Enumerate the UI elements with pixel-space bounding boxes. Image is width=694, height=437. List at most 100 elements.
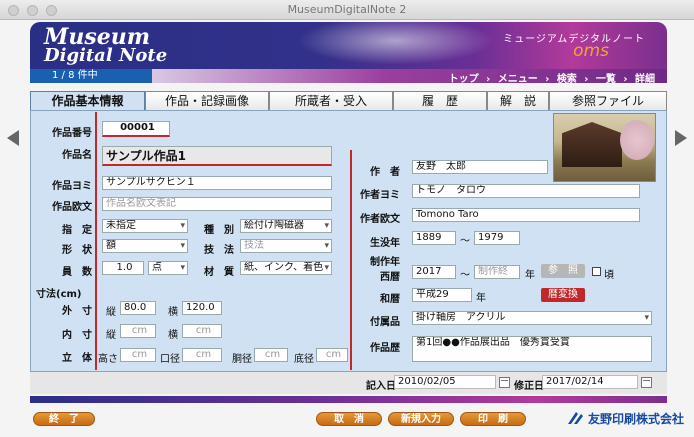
solid-base-field[interactable]: cm — [316, 348, 348, 362]
banner-decoration — [280, 22, 510, 69]
tree-illustration — [620, 120, 654, 160]
reference-button[interactable]: 参 照 — [541, 264, 585, 278]
circa-checkbox[interactable] — [592, 267, 601, 276]
label-accessory: 付属品 — [370, 317, 400, 328]
death-year-field[interactable]: 1979 — [474, 231, 520, 245]
breadcrumb: トップ › メニュー › 検索 › 一覧 › 詳細 — [152, 69, 667, 85]
technique-select[interactable]: 技法 — [240, 239, 332, 253]
label-yomi: 作品ヨミ — [52, 181, 92, 192]
quantity-field[interactable]: 1.0 — [102, 261, 144, 275]
label-solid: 立 体 — [62, 353, 92, 364]
category-select[interactable]: 絵付け陶磁器 — [240, 219, 332, 233]
year-suffix: 年 — [525, 270, 535, 281]
outer-height-field[interactable]: 80.0 — [120, 301, 156, 315]
label-name: 作品名 — [62, 150, 92, 161]
production-year-field[interactable]: 2017 — [412, 265, 456, 279]
solid-body-field[interactable]: cm — [254, 348, 288, 362]
solid-mouth-label: 口径 — [160, 354, 180, 365]
footer-rule — [30, 396, 667, 403]
name-field[interactable]: サンプル作品1 — [102, 146, 332, 166]
number-field[interactable]: 00001 — [102, 121, 170, 137]
label-inner: 内 寸 — [62, 330, 92, 341]
yomi-field[interactable]: サンプルサクヒン１ — [102, 176, 332, 190]
calendar-icon[interactable] — [641, 377, 652, 388]
print-button[interactable]: 印 刷 — [460, 412, 526, 426]
label-dimensions: 寸法(cm) — [36, 289, 82, 300]
window-titlebar: MuseumDigitalNote 2 — [0, 0, 694, 20]
tab-reference-files[interactable]: 参照ファイル — [549, 91, 667, 110]
tilde-separator: 〜 — [460, 236, 470, 247]
label-modify-date: 修正日 — [514, 381, 544, 392]
company-name: 友野印刷株式会社 — [588, 412, 685, 426]
tab-owner[interactable]: 所蔵者・受入 — [269, 91, 393, 110]
tab-commentary[interactable]: 解 説 — [487, 91, 549, 110]
author-field[interactable]: 友野 太郎 — [412, 160, 548, 174]
record-count: 1 / 8 件中 — [30, 69, 152, 83]
tab-history[interactable]: 履 歴 — [393, 91, 487, 110]
solid-height-label: 高さ — [98, 354, 118, 365]
shape-select[interactable]: 額 — [102, 239, 188, 253]
label-wareki: 和暦 — [380, 294, 400, 305]
label-material: 材 質 — [204, 267, 234, 278]
label-designation: 指 定 — [62, 225, 92, 236]
chevron-right-icon: › — [545, 74, 550, 85]
nav-detail-link[interactable]: 詳細 — [635, 74, 655, 85]
solid-height-field[interactable]: cm — [120, 348, 156, 362]
outer-width-field[interactable]: 120.0 — [182, 301, 222, 315]
production-year-end-field[interactable]: 制作終 — [474, 265, 520, 279]
calendar-icon[interactable] — [499, 377, 510, 388]
new-entry-button[interactable]: 新規入力 — [388, 412, 454, 426]
cancel-button[interactable]: 取 消 — [316, 412, 382, 426]
nav-top-link[interactable]: トップ — [449, 74, 479, 85]
solid-mouth-field[interactable]: cm — [182, 348, 222, 362]
accessory-select[interactable]: 掛け軸房 アクリル — [412, 311, 652, 325]
label-production-year: 制作年 — [370, 257, 400, 268]
label-technique: 技 法 — [204, 245, 234, 256]
inner-height-field[interactable]: cm — [120, 324, 156, 338]
label-roman: 作品欧文 — [52, 202, 92, 213]
label-quantity: 員 数 — [62, 267, 92, 278]
label-life: 生没年 — [370, 238, 400, 249]
wareki-suffix: 年 — [476, 293, 486, 304]
roman-field[interactable]: 作品名欧文表記 — [102, 197, 332, 211]
tab-bar: 作品基本情報 作品・記録画像 所蔵者・受入 履 歴 解 説 参照ファイル — [30, 91, 667, 111]
chevron-right-icon: › — [486, 74, 491, 85]
solid-body-label: 胴径 — [232, 354, 252, 365]
author-roman-field[interactable]: Tomono Taro — [412, 208, 640, 222]
label-number: 作品番号 — [52, 128, 92, 139]
entry-date-field[interactable]: 2010/02/05 — [394, 375, 496, 389]
label-entry-date: 記入日 — [366, 381, 396, 392]
gate-illustration — [562, 122, 622, 167]
inner-width-field[interactable]: cm — [182, 324, 222, 338]
material-select[interactable]: 紙、インク、着色 — [240, 261, 332, 275]
outer-width-label: 横 — [168, 307, 178, 318]
next-record-arrow-icon[interactable] — [675, 130, 687, 146]
outer-height-label: 縦 — [106, 307, 116, 318]
birth-year-field[interactable]: 1889 — [412, 231, 456, 245]
tab-basic-info[interactable]: 作品基本情報 — [30, 91, 145, 111]
divider — [350, 150, 352, 370]
brand-logo: oms — [573, 41, 609, 61]
designation-select[interactable]: 未指定 — [102, 219, 188, 233]
nav-menu-link[interactable]: メニュー — [498, 74, 538, 85]
history-field[interactable]: 第1回●●作品展出品 優秀賞受賞 — [412, 336, 652, 362]
chevron-right-icon: › — [623, 74, 628, 85]
label-history: 作品歴 — [370, 343, 400, 354]
unit-select[interactable]: 点 — [148, 261, 188, 275]
convert-calendar-button[interactable]: 暦変換 — [541, 288, 585, 302]
wareki-field[interactable]: 平成29 — [412, 288, 472, 302]
exit-button[interactable]: 終 了 — [33, 412, 95, 426]
previous-record-arrow-icon[interactable] — [7, 130, 19, 146]
nav-search-link[interactable]: 検索 — [557, 74, 577, 85]
label-author: 作 者 — [370, 167, 400, 178]
artwork-thumbnail[interactable] — [553, 113, 656, 182]
nav-list-link[interactable]: 一覧 — [596, 74, 616, 85]
tab-images[interactable]: 作品・記録画像 — [145, 91, 269, 110]
modify-date-field[interactable]: 2017/02/14 — [542, 375, 638, 389]
label-shape: 形 状 — [62, 245, 92, 256]
solid-base-label: 底径 — [294, 354, 314, 365]
inner-width-label: 横 — [168, 330, 178, 341]
divider — [95, 112, 97, 370]
window-title: MuseumDigitalNote 2 — [287, 3, 407, 16]
author-yomi-field[interactable]: トモノ タロウ — [412, 184, 640, 198]
